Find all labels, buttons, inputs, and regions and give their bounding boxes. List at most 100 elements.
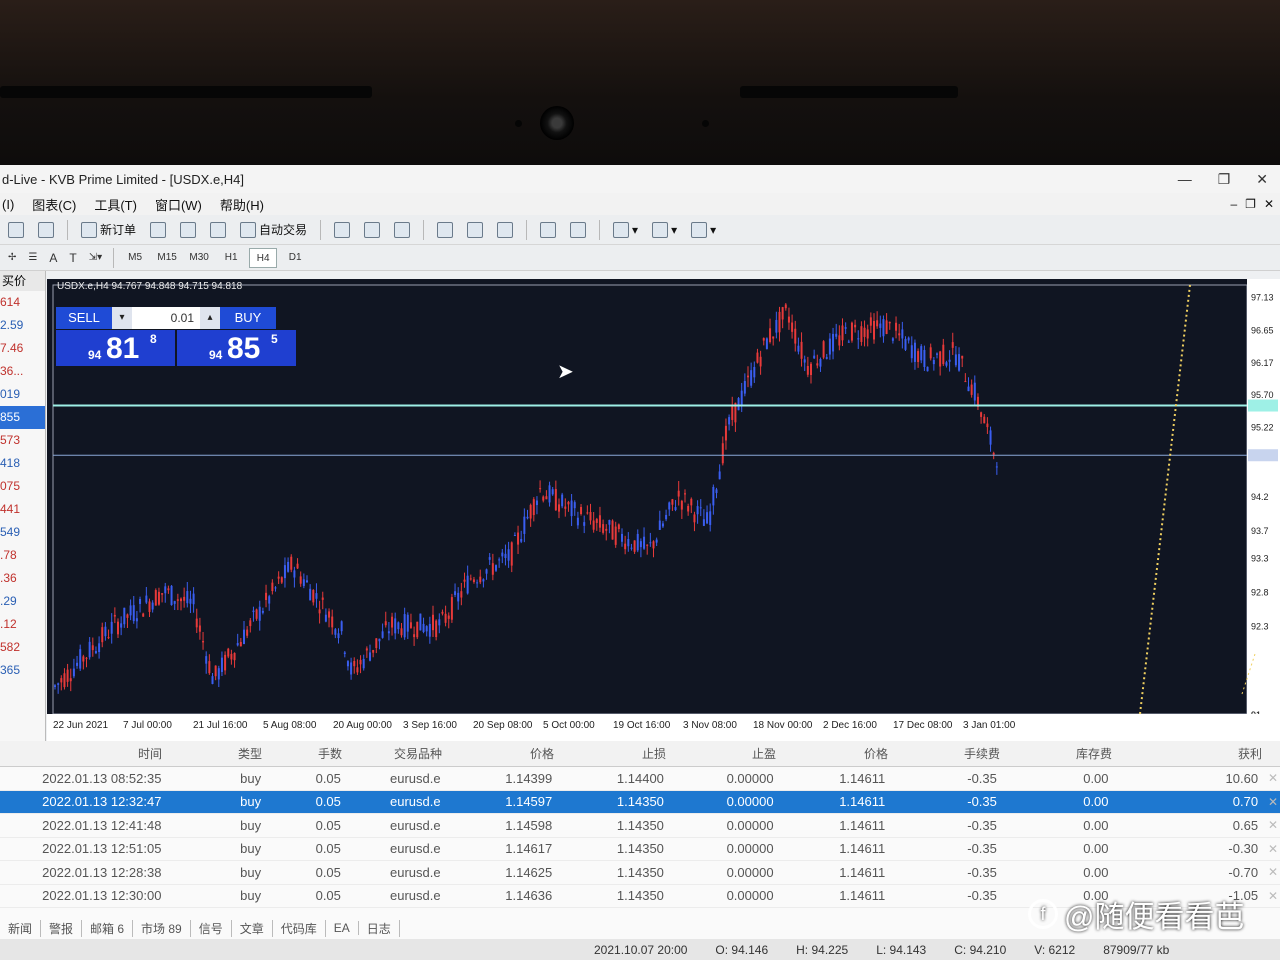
column-header[interactable]: 止盈 [674,745,784,762]
column-header[interactable]: 获利 [1120,745,1270,762]
toolbar-profile-button[interactable] [34,219,58,241]
zoom-out-button[interactable] [463,219,487,241]
terminal-tab[interactable]: EA [326,921,359,935]
close-position-icon[interactable]: ✕ [1266,795,1280,809]
table-row[interactable]: 2022.01.13 12:41:48 buy 0.05 eurusd.e 1.1459… [0,814,1280,838]
candle-body [907,337,910,341]
lot-input[interactable]: 0.01 [132,307,200,329]
hline-tool[interactable]: ☰ [24,247,41,269]
market-watch-row[interactable]: .78 [0,544,45,567]
candle-body [825,357,828,359]
table-row[interactable]: 2022.01.13 12:32:47 buy 0.05 eurusd.e 1.1459… [0,790,1280,814]
minimize-button[interactable]: — [1178,171,1192,188]
market-watch-row[interactable]: 582 [0,636,45,659]
timeframe-d1[interactable]: D1 [281,248,309,268]
market-watch-row[interactable]: .12 [0,613,45,636]
column-header[interactable]: 库存费 [1008,745,1120,762]
lot-down-button[interactable]: ▾ [112,307,132,329]
crosshair-tool[interactable]: ✢ [4,247,20,269]
chart-shift-button[interactable] [566,219,590,241]
sell-price[interactable]: 94 81 8 [56,330,175,366]
market-watch-row[interactable]: 075 [0,475,45,498]
close-position-icon[interactable]: ✕ [1266,842,1280,856]
min-child-button[interactable]: – [1230,197,1237,211]
market-watch-row[interactable]: 549 [0,521,45,544]
buy-price[interactable]: 94 85 5 [177,330,296,366]
column-header[interactable]: 止损 [562,745,674,762]
terminal-tab[interactable]: 市场 89 [133,919,191,937]
table-cell: -0.35 [967,794,997,810]
periods-button[interactable]: ▾ [648,219,681,241]
arrows-tool[interactable]: ⇲▾ [85,247,106,269]
sell-button[interactable]: SELL [56,307,112,329]
market-watch-row[interactable]: 441 [0,498,45,521]
market-watch-row[interactable]: 418 [0,452,45,475]
buy-button[interactable]: BUY [220,307,276,329]
terminal-tab[interactable]: 信号 [191,919,232,937]
column-header[interactable]: 手续费 [896,745,1008,762]
terminal-tab[interactable]: 代码库 [273,919,326,937]
toolbar-history-button[interactable] [176,219,200,241]
close-position-icon[interactable]: ✕ [1266,865,1280,879]
timeframe-m5[interactable]: M5 [121,248,149,268]
timeframe-h4[interactable]: H4 [249,247,278,268]
table-row[interactable]: 2022.01.13 12:51:05 buy 0.05 eurusd.e 1.1461… [0,838,1280,861]
market-watch-row[interactable]: 2.59 [0,314,45,337]
column-header[interactable]: 手数 [270,745,350,762]
column-header[interactable]: 价格 [450,745,562,762]
restore-child-button[interactable]: ❐ [1245,197,1256,211]
tile-windows-button[interactable] [493,219,517,241]
menu-item-window[interactable]: 窗口(W) [155,195,202,214]
market-watch-row[interactable]: 614 [0,291,45,314]
label-tool[interactable]: T [65,247,80,269]
terminal-tab[interactable]: 新闻 [0,919,42,937]
menu-item-insert[interactable]: (I) [2,197,14,212]
menu-item-tools[interactable]: 工具(T) [94,195,137,214]
lot-up-button[interactable]: ▴ [200,307,220,329]
market-watch-row[interactable]: 36... [0,360,45,383]
text-tool[interactable]: A [45,247,61,269]
templates-button[interactable]: ▾ [687,219,720,241]
close-button[interactable]: ✕ [1256,171,1268,188]
terminal-tab[interactable]: 邮箱 6 [82,919,134,937]
market-watch-row[interactable]: .29 [0,590,45,613]
timeframe-m15[interactable]: M15 [153,248,181,268]
column-header[interactable]: 价格 [784,745,896,762]
timeframe-m30[interactable]: M30 [185,248,213,268]
candle-body [586,512,589,514]
terminal-tab[interactable]: 警报 [41,919,83,937]
market-watch-row[interactable]: 7.46 [0,337,45,360]
close-position-icon[interactable]: ✕ [1266,818,1280,832]
menu-item-help[interactable]: 帮助(H) [220,195,264,214]
indicators-button[interactable]: ▾ [609,219,642,241]
autotrade-button[interactable]: 自动交易 [236,219,311,241]
new-order-button[interactable]: 新订单 [77,219,140,241]
market-watch-row[interactable]: 019 [0,383,45,406]
close-child-button[interactable]: ✕ [1264,197,1274,211]
table-row[interactable]: 2022.01.13 12:28:38 buy 0.05 eurusd.e 1.1462… [0,861,1280,885]
price-chart[interactable]: 97.1396.6596.1795.7095.5395.2294.894.293… [47,279,1280,741]
market-watch-row[interactable]: 855 [0,406,45,429]
restore-button[interactable]: ❐ [1218,171,1231,188]
autoscroll-button[interactable] [536,219,560,241]
toolbar-expert-button[interactable] [146,219,170,241]
close-position-icon[interactable]: ✕ [1266,889,1280,903]
terminal-tab[interactable]: 日志 [359,919,400,937]
column-header[interactable]: 交易品种 [350,745,450,762]
market-watch-row[interactable]: 365 [0,659,45,682]
column-header[interactable]: 类型 [170,745,270,762]
close-position-icon[interactable]: ✕ [1266,771,1280,785]
market-watch-row[interactable]: 573 [0,429,45,452]
terminal-tab[interactable]: 文章 [232,919,273,937]
toolbar-chart-button[interactable] [4,219,28,241]
toolbar-signal-button[interactable] [206,219,230,241]
menu-item-charts[interactable]: 图表(C) [32,195,76,214]
candle-chart-button[interactable] [360,219,384,241]
bar-chart-button[interactable] [330,219,354,241]
timeframe-h1[interactable]: H1 [217,248,245,268]
column-header[interactable]: 时间 [0,745,170,762]
zoom-in-button[interactable] [433,219,457,241]
line-chart-button[interactable] [390,219,414,241]
market-watch-row[interactable]: .36 [0,567,45,590]
table-row[interactable]: 2022.01.13 08:52:35 buy 0.05 eurusd.e 1.1439… [0,767,1280,791]
